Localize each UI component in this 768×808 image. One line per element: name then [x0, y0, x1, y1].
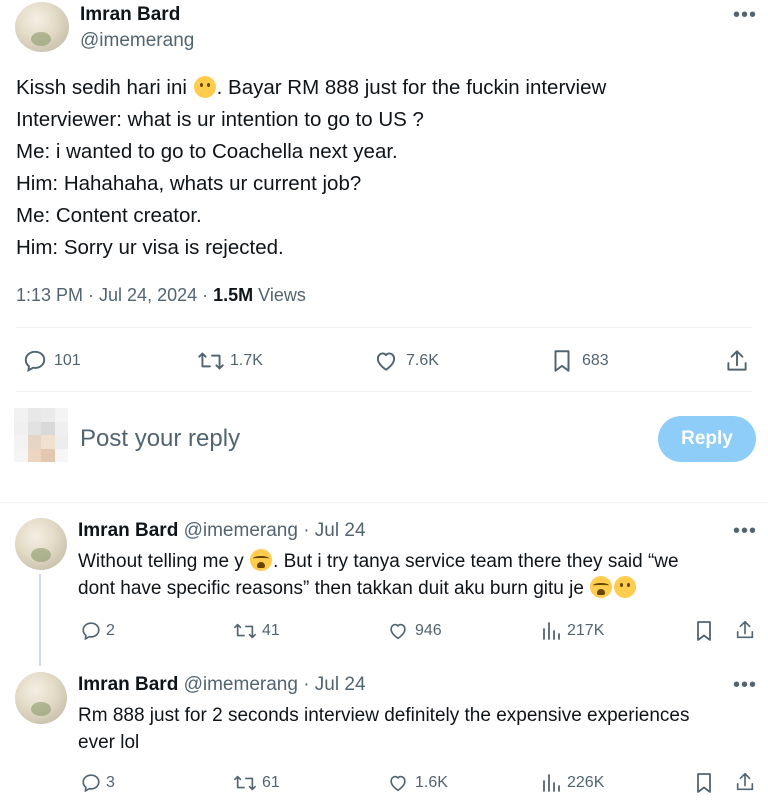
reply-composer-input[interactable]: Post your reply	[80, 425, 240, 453]
bookmark-button[interactable]: 683	[550, 348, 609, 374]
reply-text-part: ever lol	[78, 732, 140, 753]
bookmark-icon	[697, 621, 711, 641]
tweet-line-5: Me: Content creator.	[16, 204, 202, 227]
crying-face-icon	[250, 549, 273, 571]
share-icon	[727, 350, 747, 371]
like-count: 7.6K	[406, 352, 439, 369]
divider	[16, 327, 752, 328]
bookmark-count: 683	[582, 352, 609, 369]
share-button[interactable]	[734, 770, 756, 794]
reply-icon	[82, 622, 100, 641]
bookmark-button[interactable]	[694, 771, 714, 795]
reply-text-part: Without telling me y	[78, 551, 244, 572]
like-count: 946	[415, 622, 442, 639]
reply-author-handle[interactable]: @imemerang	[184, 674, 298, 695]
views-label: Views	[253, 285, 306, 305]
thread-connector-line	[39, 574, 41, 666]
upside-down-face-icon	[193, 76, 216, 98]
views-icon	[543, 774, 560, 792]
repost-button[interactable]: 61	[232, 772, 280, 794]
tweet-meta: 1:13 PM · Jul 24, 2024 · 1.5M Views	[16, 285, 306, 306]
share-button[interactable]	[734, 618, 756, 642]
tweet-line-6: Him: Sorry ur visa is rejected.	[16, 236, 284, 259]
bookmark-icon	[697, 773, 711, 793]
like-button[interactable]: 946	[386, 620, 442, 642]
reply-icon	[24, 350, 46, 372]
reply-author-handle[interactable]: @imemerang	[184, 520, 298, 541]
bookmark-button[interactable]	[694, 619, 714, 643]
tweet-timestamp[interactable]: 1:13 PM · Jul 24, 2024 ·	[16, 285, 213, 305]
reply-count: 2	[106, 622, 115, 639]
more-icon[interactable]: •••	[733, 674, 757, 697]
like-button[interactable]: 7.6K	[372, 348, 439, 374]
reply-button[interactable]: 2	[80, 620, 115, 642]
like-icon	[390, 623, 406, 640]
repost-icon	[234, 623, 256, 639]
repost-button[interactable]: 1.7K	[196, 348, 263, 374]
reply-count: 101	[54, 352, 81, 369]
author-handle[interactable]: @imemerang	[80, 30, 194, 52]
upside-down-face-icon	[614, 576, 637, 598]
views-button[interactable]: 226K	[540, 772, 604, 794]
reply-avatar[interactable]	[15, 518, 67, 570]
repost-icon	[198, 352, 224, 370]
views-count: 226K	[567, 774, 605, 791]
reply-header: Imran Bard @imemerang · Jul 24	[78, 674, 366, 696]
tweet-body: Kissh sedih hari ini . Bayar RM 888 just…	[16, 72, 756, 264]
reply-author-name[interactable]: Imran Bard	[78, 520, 178, 541]
like-button[interactable]: 1.6K	[386, 772, 448, 794]
tweet-line-4: Him: Hahahaha, whats ur current job?	[16, 172, 362, 195]
current-user-avatar[interactable]	[14, 408, 68, 462]
like-icon	[390, 775, 406, 792]
repost-count: 41	[262, 622, 280, 639]
tweet-line-1a: Kissh sedih hari ini	[16, 76, 187, 99]
share-icon	[736, 620, 754, 639]
share-icon	[736, 772, 754, 791]
reply-body: Rm 888 just for 2 seconds interview defi…	[78, 702, 758, 756]
author-avatar[interactable]	[15, 2, 69, 52]
reply-date[interactable]: · Jul 24	[303, 674, 365, 695]
reply-date[interactable]: · Jul 24	[303, 520, 365, 541]
tweet-line-2: Interviewer: what is ur intention to go …	[16, 108, 424, 131]
divider	[0, 502, 768, 503]
reply-button[interactable]: 3	[80, 772, 115, 794]
reply-button[interactable]: 101	[22, 348, 81, 374]
more-icon[interactable]: •••	[733, 4, 757, 27]
divider	[16, 391, 752, 392]
views-count: 217K	[567, 622, 605, 639]
reply-submit-button[interactable]: Reply	[658, 416, 756, 462]
author-name[interactable]: Imran Bard	[80, 4, 180, 26]
reply-icon	[82, 774, 100, 793]
tweet-line-3: Me: i wanted to go to Coachella next yea…	[16, 140, 398, 163]
like-icon	[376, 352, 396, 371]
bookmark-icon	[554, 350, 570, 372]
reply-body: Without telling me y . But i try tanya s…	[78, 548, 758, 602]
repost-button[interactable]: 41	[232, 620, 280, 642]
reply-header: Imran Bard @imemerang · Jul 24	[78, 520, 366, 542]
like-count: 1.6K	[415, 774, 448, 791]
repost-icon	[234, 775, 256, 791]
reply-author-name[interactable]: Imran Bard	[78, 674, 178, 695]
crying-face-icon	[590, 576, 613, 598]
repost-count: 1.7K	[230, 352, 263, 369]
share-button[interactable]	[724, 347, 750, 375]
reply-text-part: . But i try tanya service team there the…	[273, 551, 679, 572]
reply-avatar[interactable]	[15, 672, 67, 724]
repost-count: 61	[262, 774, 280, 791]
tweet-line-1b: . Bayar RM 888 just for the fuckin inter…	[216, 76, 607, 99]
reply-text-part: dont have specific reasons” then takkan …	[78, 578, 584, 599]
reply-text-part: Rm 888 just for 2 seconds interview defi…	[78, 705, 690, 726]
views-count: 1.5M	[213, 285, 254, 305]
more-icon[interactable]: •••	[733, 520, 757, 543]
reply-count: 3	[106, 774, 115, 791]
views-icon	[543, 622, 560, 640]
views-button[interactable]: 217K	[540, 620, 604, 642]
